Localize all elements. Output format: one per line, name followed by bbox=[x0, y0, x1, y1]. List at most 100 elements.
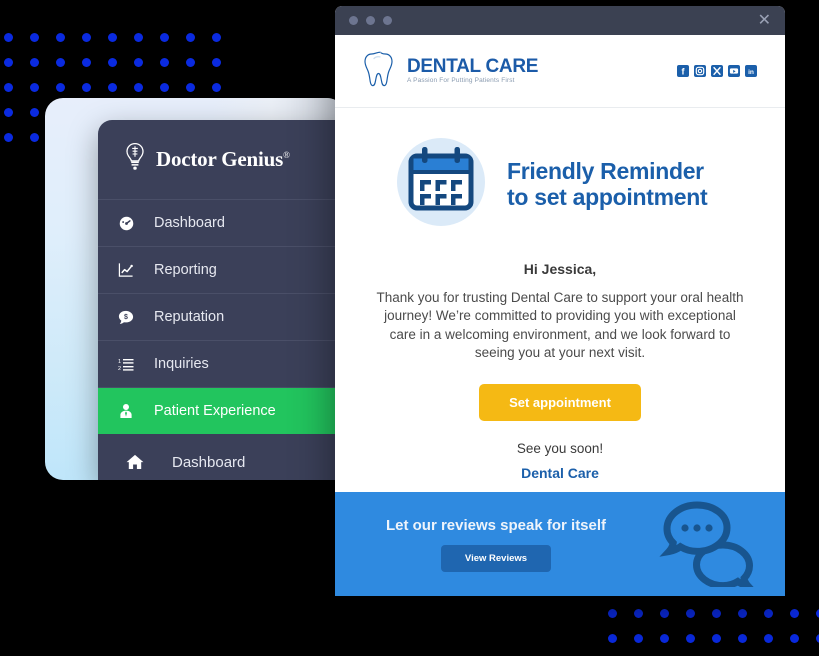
decorative-dot bbox=[30, 108, 39, 117]
decorative-dot bbox=[108, 83, 117, 92]
decorative-dot bbox=[634, 634, 643, 643]
instagram-icon[interactable] bbox=[694, 65, 706, 77]
signoff-text: See you soon! bbox=[516, 441, 604, 457]
decorative-dot bbox=[160, 83, 169, 92]
linkedin-icon[interactable]: in bbox=[745, 65, 757, 77]
decorative-dot bbox=[134, 33, 143, 42]
decorative-dot bbox=[160, 58, 169, 67]
reviews-title: Let our reviews speak for itself bbox=[385, 516, 607, 534]
sidebar-subitem-label: Dashboard bbox=[172, 453, 246, 471]
sidebar-item-label: Inquiries bbox=[154, 356, 209, 372]
set-appointment-button[interactable]: Set appointment bbox=[479, 384, 641, 422]
svg-text:$: $ bbox=[124, 314, 128, 321]
decorative-dot bbox=[108, 58, 117, 67]
body-copy: Thank you for trusting Dental Care to su… bbox=[376, 290, 744, 361]
svg-text:f: f bbox=[682, 66, 686, 76]
signature-text: Dental Care bbox=[521, 465, 599, 482]
speech-bubbles-icon bbox=[651, 501, 785, 587]
sidebar-item-label: Dashboard bbox=[154, 215, 225, 231]
calendar-icon bbox=[393, 134, 489, 235]
greeting-text: Hi Jessica, bbox=[523, 261, 597, 277]
decorative-dot bbox=[4, 133, 13, 142]
cta-wrapper: Set appointment bbox=[335, 384, 785, 422]
social-links: f in bbox=[677, 65, 757, 77]
email-preview-window: ✕ DENTAL CARE A Passion For Putting Pati… bbox=[335, 6, 785, 596]
decorative-dot bbox=[660, 634, 669, 643]
ordered-list-icon: 12 bbox=[98, 357, 154, 372]
decorative-dot bbox=[134, 83, 143, 92]
decorative-dot bbox=[4, 33, 13, 42]
hero-section: Friendly Reminder to set appointment bbox=[335, 108, 785, 245]
decorative-dot bbox=[738, 609, 747, 618]
decorative-dot bbox=[686, 609, 695, 618]
decorative-dot bbox=[56, 33, 65, 42]
decorative-dot bbox=[134, 58, 143, 67]
chart-line-icon bbox=[98, 262, 154, 278]
comment-dollar-icon: $ bbox=[98, 310, 154, 325]
decorative-dot bbox=[186, 33, 195, 42]
x-twitter-icon[interactable] bbox=[711, 65, 723, 77]
decorative-dot bbox=[160, 33, 169, 42]
decorative-dot bbox=[82, 33, 91, 42]
decorative-dot bbox=[4, 108, 13, 117]
hero-line-1: Friendly Reminder bbox=[507, 157, 704, 184]
decorative-dot bbox=[56, 58, 65, 67]
composition-stage: Doctor Genius® Dashboard Reporting $ Rep… bbox=[0, 0, 819, 656]
window-titlebar: ✕ bbox=[335, 6, 785, 35]
decorative-dot bbox=[790, 634, 799, 643]
decorative-dot bbox=[30, 83, 39, 92]
logo-text: DENTAL CARE A Passion For Putting Patien… bbox=[407, 57, 538, 85]
svg-text:2: 2 bbox=[118, 366, 121, 372]
window-control-dots[interactable] bbox=[349, 16, 392, 25]
dental-care-logo: DENTAL CARE A Passion For Putting Patien… bbox=[363, 49, 538, 94]
logo-title: DENTAL CARE bbox=[407, 56, 539, 78]
hero-line-2: to set appointment bbox=[507, 183, 708, 210]
email-header: DENTAL CARE A Passion For Putting Patien… bbox=[335, 35, 785, 108]
close-icon[interactable]: ✕ bbox=[758, 12, 771, 29]
decorative-dot bbox=[738, 634, 747, 643]
decorative-dot bbox=[764, 609, 773, 618]
reviews-band: Let our reviews speak for itself View Re… bbox=[335, 492, 785, 596]
speedometer-icon bbox=[98, 216, 154, 231]
svg-text:in: in bbox=[748, 69, 754, 76]
home-icon bbox=[98, 454, 172, 470]
decorative-dot bbox=[186, 83, 195, 92]
sidebar-item-label: Reporting bbox=[154, 262, 217, 278]
logo-tagline: A Passion For Putting Patients First bbox=[407, 77, 515, 85]
decorative-dot bbox=[634, 609, 643, 618]
decorative-dot bbox=[30, 58, 39, 67]
tooth-icon bbox=[363, 49, 398, 94]
reviews-content: Let our reviews speak for itself View Re… bbox=[335, 517, 651, 572]
decorative-dot bbox=[712, 609, 721, 618]
decorative-dot bbox=[212, 83, 221, 92]
decorative-dot bbox=[186, 58, 195, 67]
decorative-dot bbox=[56, 83, 65, 92]
decorative-dot bbox=[712, 634, 721, 643]
decorative-dot bbox=[108, 33, 117, 42]
facebook-icon[interactable]: f bbox=[677, 65, 689, 77]
youtube-icon[interactable] bbox=[728, 65, 740, 77]
decorative-dot bbox=[82, 83, 91, 92]
dot-grid-bottom-right bbox=[608, 609, 819, 656]
sidebar-item-label: Patient Experience bbox=[154, 403, 276, 419]
decorative-dot bbox=[608, 609, 617, 618]
user-tie-icon bbox=[98, 403, 154, 419]
decorative-dot bbox=[608, 634, 617, 643]
decorative-dot bbox=[82, 58, 91, 67]
decorative-dot bbox=[212, 58, 221, 67]
lightbulb-caduceus-icon bbox=[124, 142, 146, 177]
sidebar-item-label: Reputation bbox=[154, 309, 225, 325]
decorative-dot bbox=[30, 133, 39, 142]
hero-heading: Friendly Reminder to set appointment bbox=[507, 157, 708, 211]
svg-text:1: 1 bbox=[118, 359, 121, 365]
decorative-dot bbox=[4, 83, 13, 92]
decorative-dot bbox=[4, 58, 13, 67]
decorative-dot bbox=[686, 634, 695, 643]
decorative-dot bbox=[30, 33, 39, 42]
brand-name: Doctor Genius® bbox=[156, 147, 290, 171]
decorative-dot bbox=[660, 609, 669, 618]
decorative-dot bbox=[764, 634, 773, 643]
decorative-dot bbox=[790, 609, 799, 618]
decorative-dot bbox=[212, 33, 221, 42]
view-reviews-button[interactable]: View Reviews bbox=[440, 544, 552, 572]
